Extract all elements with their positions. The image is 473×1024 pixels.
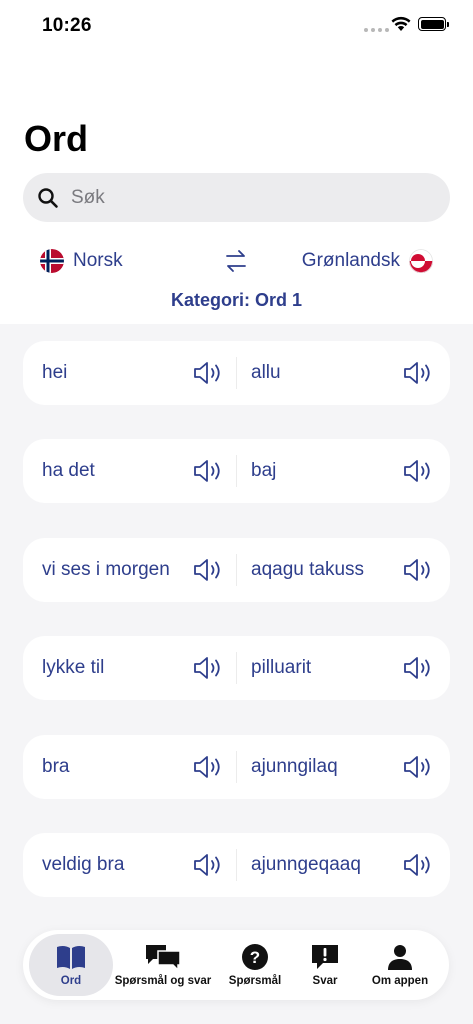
speaker-icon[interactable] (193, 557, 223, 583)
norwegian-word: lykke til (42, 657, 105, 679)
tab-ord-label: Ord (60, 975, 82, 987)
greenlandic-word: pilluarit (251, 657, 312, 679)
word-card: vi ses i morgen aqagu takuss (23, 537, 450, 602)
norwegian-word: hei (42, 362, 68, 383)
speaker-icon[interactable] (403, 557, 433, 583)
tab-om-appen-label: Om appen (371, 975, 429, 987)
chat-bubbles-icon (146, 945, 181, 971)
card-divider (236, 357, 237, 389)
signal-dots-icon (364, 28, 389, 32)
status-bar: 10:26 (0, 0, 473, 54)
card-divider (236, 848, 237, 881)
speaker-icon[interactable] (403, 458, 433, 484)
tab-svar-label: Svar (312, 975, 338, 987)
battery-icon (418, 17, 449, 31)
search-icon (38, 187, 58, 208)
question-icon: ? (242, 944, 268, 970)
person-icon (388, 945, 412, 970)
norwegian-word: vi ses i morgen (42, 558, 170, 580)
greenlandic-word: baj (251, 460, 277, 482)
search-input[interactable] (69, 185, 413, 210)
exclamation-bubble-icon (312, 945, 338, 969)
category-title[interactable]: Kategori: Ord 1 (0, 290, 473, 311)
language-selector: Norsk Grønlandsk (0, 244, 473, 280)
tab-bar: Ord Spørsmål og svar ? Spørsmål Svar Om … (23, 930, 449, 1000)
speaker-icon[interactable] (403, 754, 433, 780)
greenlandic-word: aqagu takuss (251, 558, 365, 580)
speaker-icon[interactable] (193, 754, 223, 780)
tab-sporsmal-og-svar[interactable]: Spørsmål og svar (113, 934, 213, 996)
word-card: veldig bra ajunngeqaaq (23, 832, 450, 897)
speaker-icon[interactable] (193, 360, 223, 386)
word-card: bra ajunngilaq (23, 734, 450, 799)
tab-om-appen[interactable]: Om appen (361, 934, 439, 996)
search-bar[interactable] (23, 173, 450, 222)
page-title: Ord (24, 118, 89, 159)
word-list: hei allu ha det baj vi ses i morgen aqag… (23, 341, 450, 931)
status-time: 10:26 (42, 15, 92, 36)
norway-flag-icon (40, 249, 64, 273)
source-language-label: Norsk (73, 250, 123, 271)
tab-ord[interactable]: Ord (29, 934, 113, 996)
tab-sporsmal[interactable]: ? Spørsmål (219, 934, 291, 996)
svg-text:?: ? (250, 948, 260, 967)
card-divider (236, 455, 237, 488)
swap-arrows-icon[interactable] (224, 248, 248, 274)
greenlandic-word: ajunngeqaaq (251, 853, 361, 875)
greenlandic-word: ajunngilaq (251, 755, 338, 777)
speaker-icon[interactable] (403, 360, 433, 386)
word-card: lykke til pilluarit (23, 636, 450, 701)
tab-svar[interactable]: Svar (295, 934, 355, 996)
card-divider (236, 750, 237, 783)
word-card: ha det baj (23, 439, 450, 504)
source-language-button[interactable]: Norsk (40, 249, 123, 273)
speaker-icon[interactable] (193, 852, 223, 878)
greenlandic-word: allu (251, 362, 281, 383)
norwegian-word: ha det (42, 460, 95, 482)
speaker-icon[interactable] (193, 458, 223, 484)
tab-sporsmal-og-svar-label: Spørsmål og svar (114, 975, 212, 987)
norwegian-word: bra (42, 755, 70, 777)
target-language-button[interactable]: Grønlandsk (302, 249, 433, 273)
wifi-icon (391, 16, 411, 31)
card-divider (236, 553, 237, 586)
word-card: hei allu (23, 341, 450, 405)
target-language-label: Grønlandsk (301, 250, 400, 271)
greenland-flag-icon (409, 249, 433, 273)
card-divider (236, 652, 237, 685)
speaker-icon[interactable] (403, 852, 433, 878)
norwegian-word: veldig bra (42, 853, 125, 875)
tab-sporsmal-label: Spørsmål (228, 975, 282, 987)
speaker-icon[interactable] (193, 655, 223, 681)
book-icon (57, 945, 85, 969)
speaker-icon[interactable] (403, 655, 433, 681)
